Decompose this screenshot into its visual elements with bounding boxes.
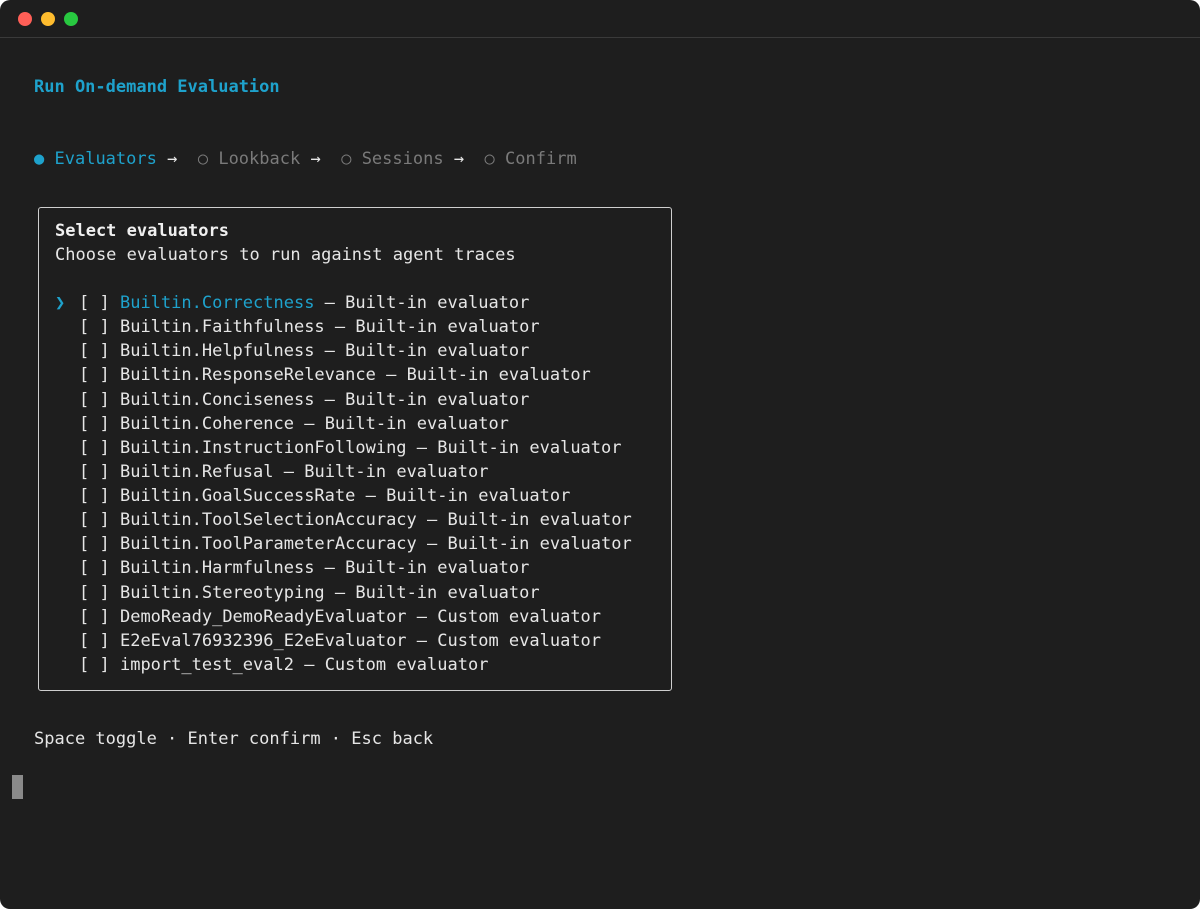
evaluator-description: Built-in evaluator — [447, 534, 632, 555]
evaluator-name: Builtin.Faithfulness — [119, 317, 325, 338]
evaluator-name: E2eEval76932396_E2eEvaluator — [119, 630, 407, 651]
evaluator-checkbox[interactable]: [ ] — [79, 510, 110, 530]
evaluator-description: Built-in evaluator — [355, 317, 540, 338]
step-active-bullet-icon: ● — [34, 149, 45, 169]
evaluator-option[interactable]: [ ] Builtin.ToolParameterAccuracy – Buil… — [55, 532, 632, 556]
evaluator-checkbox[interactable]: [ ] — [79, 558, 110, 578]
step-label: Sessions — [361, 149, 444, 169]
evaluator-description: Built-in evaluator — [437, 437, 622, 458]
step-inactive-bullet-icon: ○ — [341, 149, 352, 169]
evaluator-description: Built-in evaluator — [406, 365, 591, 386]
evaluator-checkbox[interactable]: [ ] — [79, 486, 110, 506]
evaluator-description: Built-in evaluator — [386, 486, 571, 506]
step-indicator: ● Evaluators → ○ Lookback → ○ Sessions →… — [34, 147, 577, 171]
evaluator-option[interactable]: [ ] Builtin.Faithfulness – Built-in eval… — [55, 315, 632, 339]
step-label: Confirm — [505, 149, 577, 169]
evaluator-checkbox[interactable]: [ ] — [79, 655, 110, 675]
evaluator-name: DemoReady_DemoReadyEvaluator — [119, 606, 407, 627]
step-inactive-bullet-icon: ○ — [197, 149, 209, 169]
evaluator-checkbox[interactable]: [ ] — [79, 317, 110, 337]
terminal-cursor — [12, 775, 23, 799]
evaluator-description: Built-in evaluator — [447, 510, 632, 531]
evaluator-name: Builtin.Refusal — [119, 461, 274, 482]
evaluator-option[interactable]: [ ] Builtin.Conciseness – Built-in evalu… — [55, 388, 632, 412]
step-label: Evaluators — [54, 149, 157, 169]
evaluator-checkbox[interactable]: [ ] — [79, 293, 110, 313]
step-sessions: ○ Sessions — [341, 149, 443, 169]
evaluator-description: Built-in evaluator — [345, 558, 530, 579]
step-label: Lookback — [218, 149, 301, 169]
evaluator-option[interactable]: [ ] Builtin.Stereotyping – Built-in eval… — [55, 581, 632, 605]
step-evaluators: ● Evaluators — [34, 149, 157, 169]
evaluator-option[interactable]: [ ] Builtin.InstructionFollowing – Built… — [55, 436, 632, 460]
minimize-window-button[interactable] — [41, 12, 55, 26]
evaluator-name: Builtin.Stereotyping — [119, 582, 325, 603]
evaluator-name: Builtin.ToolSelectionAccuracy — [119, 510, 417, 531]
evaluator-name: Builtin.Conciseness — [119, 389, 315, 410]
close-window-button[interactable] — [18, 12, 32, 26]
evaluator-name: import_test_eval2 — [119, 654, 294, 675]
evaluator-name: Builtin.GoalSuccessRate — [119, 486, 356, 506]
key-hints: Space toggle · Enter confirm · Esc back — [34, 729, 434, 749]
evaluator-description: Built-in evaluator — [345, 293, 530, 313]
evaluator-description: Custom evaluator — [437, 606, 602, 627]
evaluator-option[interactable]: [ ] Builtin.ResponseRelevance – Built-in… — [55, 363, 632, 387]
step-confirm: ○ Confirm — [485, 149, 577, 169]
evaluator-description: Custom evaluator — [437, 630, 602, 651]
evaluator-description: Built-in evaluator — [355, 582, 540, 603]
evaluator-checkbox[interactable]: [ ] — [79, 390, 110, 410]
evaluator-name: Builtin.ToolParameterAccuracy — [119, 534, 417, 555]
evaluator-name: Builtin.ResponseRelevance — [119, 365, 376, 386]
evaluator-description: Built-in evaluator — [304, 461, 489, 482]
evaluator-option[interactable]: [ ] E2eEval76932396_E2eEvaluator – Custo… — [55, 629, 632, 653]
evaluator-name: Builtin.Coherence — [119, 413, 294, 434]
evaluator-name: Builtin.Correctness — [119, 293, 315, 313]
evaluator-description: Built-in evaluator — [345, 341, 530, 362]
evaluator-name: Builtin.Harmfulness — [119, 558, 315, 579]
maximize-window-button[interactable] — [64, 12, 78, 26]
step-arrow-icon: → — [156, 149, 188, 169]
evaluator-name: Builtin.Helpfulness — [119, 341, 315, 362]
evaluator-name: Builtin.InstructionFollowing — [119, 437, 407, 458]
evaluator-list: ❯[ ] Builtin.Correctness – Built-in eval… — [55, 291, 632, 677]
evaluator-checkbox[interactable]: [ ] — [79, 631, 110, 651]
evaluator-option[interactable]: [ ] Builtin.Refusal – Built-in evaluator — [55, 460, 632, 484]
panel-title: Select evaluators — [55, 221, 229, 241]
evaluator-option[interactable]: [ ] Builtin.Harmfulness – Built-in evalu… — [55, 556, 632, 580]
step-arrow-icon: → — [443, 149, 475, 169]
evaluator-description: Built-in evaluator — [324, 413, 509, 434]
evaluator-description: Built-in evaluator — [345, 389, 530, 410]
step-lookback: ○ Lookback — [198, 149, 300, 169]
step-inactive-bullet-icon: ○ — [484, 149, 495, 169]
evaluator-checkbox[interactable]: [ ] — [79, 438, 110, 458]
evaluator-option[interactable]: [ ] Builtin.GoalSuccessRate – Built-in e… — [55, 484, 632, 508]
panel-subtitle: Choose evaluators to run against agent t… — [55, 245, 516, 265]
evaluator-checkbox[interactable]: [ ] — [79, 583, 110, 603]
page-title: Run On-demand Evaluation — [34, 77, 280, 97]
evaluator-checkbox[interactable]: [ ] — [79, 607, 110, 627]
title-bar — [0, 0, 1200, 38]
evaluator-description: Custom evaluator — [324, 654, 489, 675]
evaluator-checkbox[interactable]: [ ] — [79, 534, 110, 554]
evaluator-option[interactable]: [ ] import_test_eval2 – Custom evaluator — [55, 653, 632, 677]
step-arrow-icon: → — [300, 149, 331, 169]
evaluator-option[interactable]: [ ] Builtin.ToolSelectionAccuracy – Buil… — [55, 508, 632, 532]
evaluator-option[interactable]: ❯[ ] Builtin.Correctness – Built-in eval… — [55, 291, 632, 315]
evaluator-option[interactable]: [ ] Builtin.Coherence – Built-in evaluat… — [55, 412, 632, 436]
evaluator-option[interactable]: [ ] DemoReady_DemoReadyEvaluator – Custo… — [55, 605, 632, 629]
evaluator-option[interactable]: [ ] Builtin.Helpfulness – Built-in evalu… — [55, 339, 632, 363]
terminal-window: Run On-demand Evaluation ● Evaluators → … — [0, 0, 1200, 909]
selection-pointer-icon: ❯ — [55, 293, 66, 313]
evaluator-checkbox[interactable]: [ ] — [79, 365, 110, 385]
evaluator-checkbox[interactable]: [ ] — [79, 462, 110, 482]
evaluator-checkbox[interactable]: [ ] — [79, 414, 110, 434]
evaluator-checkbox[interactable]: [ ] — [79, 341, 110, 361]
